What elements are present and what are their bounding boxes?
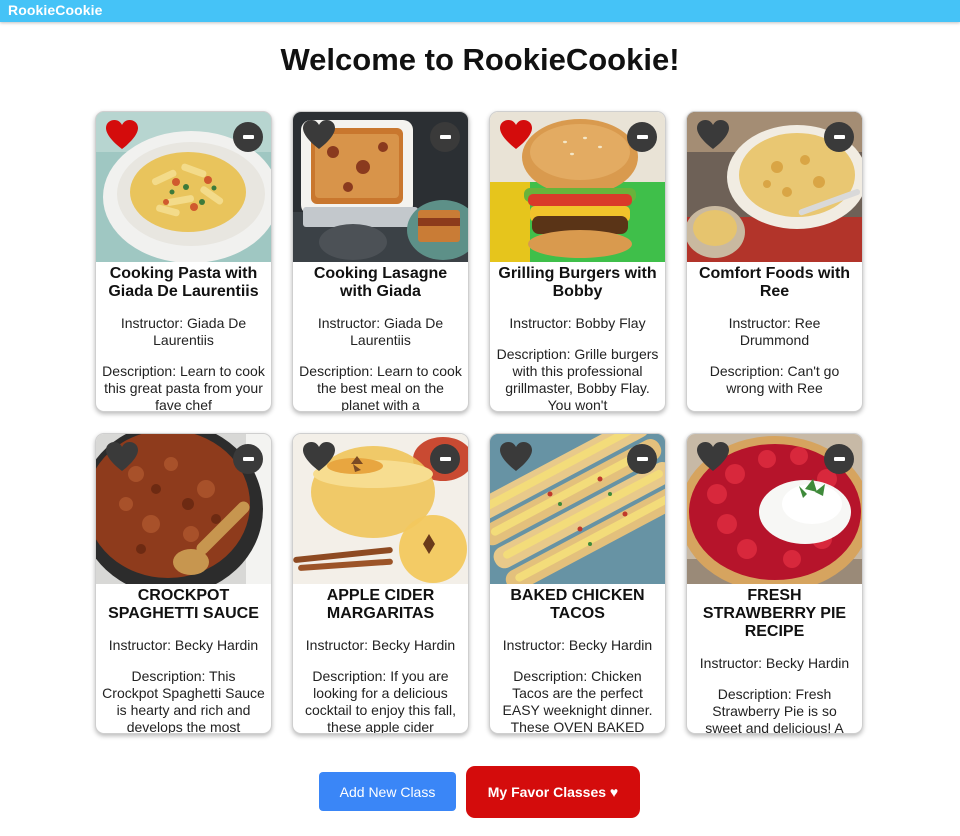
class-instructor: Instructor: Becky Hardin: [305, 637, 456, 653]
window-titlebar: RookieCookie: [0, 0, 960, 22]
favorite-heart-icon[interactable]: [302, 441, 336, 473]
add-new-class-button[interactable]: Add New Class: [319, 772, 456, 811]
class-image-strawberry-pie: [687, 434, 862, 584]
class-image-pasta-bowl: [96, 112, 271, 262]
class-card: CROCKPOT SPAGHETTI SAUCE Instructor: Bec…: [95, 433, 272, 734]
class-description: Description: Chicken Tacos are the perfe…: [502, 668, 653, 734]
class-instructor: Instructor: Becky Hardin: [108, 637, 259, 653]
favorite-heart-icon[interactable]: [302, 119, 336, 151]
minus-icon: [636, 457, 648, 461]
class-description: Description: This Crockpot Spaghetti Sau…: [102, 668, 265, 734]
class-image-margaritas: [293, 434, 468, 584]
class-card: BAKED CHICKEN TACOS Instructor: Becky Ha…: [489, 433, 666, 734]
class-card: Grilling Burgers with Bobby Instructor: …: [489, 111, 666, 412]
class-instructor: Instructor: Giada De Laurentiis: [317, 315, 444, 348]
class-image-casserole: [687, 112, 862, 262]
remove-class-button[interactable]: [627, 122, 657, 152]
favorite-heart-icon[interactable]: [696, 119, 730, 151]
minus-icon: [833, 135, 845, 139]
class-grid: Cooking Pasta with Giada De Laurentiis I…: [95, 111, 863, 734]
class-title: APPLE CIDER MARGARITAS: [326, 587, 435, 622]
favorite-heart-icon[interactable]: [499, 441, 533, 473]
class-instructor: Instructor: Bobby Flay: [509, 315, 646, 331]
class-instructor: Instructor: Ree Drummond: [728, 315, 821, 348]
class-card: Cooking Pasta with Giada De Laurentiis I…: [95, 111, 272, 412]
page-title: Welcome to RookieCookie!: [280, 42, 680, 77]
class-title: FRESH STRAWBERRY PIE RECIPE: [702, 587, 847, 640]
class-image-lasagne-dish: [293, 112, 468, 262]
remove-class-button[interactable]: [233, 444, 263, 474]
my-favorite-classes-button[interactable]: My Favor Classes ♥: [466, 766, 640, 818]
remove-class-button[interactable]: [430, 444, 460, 474]
minus-icon: [439, 457, 451, 461]
class-instructor: Instructor: Giada De Laurentiis: [120, 315, 247, 348]
class-title: Grilling Burgers with Bobby: [498, 265, 657, 300]
class-description: Description: Learn to cook the best meal…: [299, 363, 462, 412]
minus-icon: [242, 135, 254, 139]
class-description: Description: If you are looking for a de…: [305, 668, 456, 734]
class-instructor: Instructor: Becky Hardin: [502, 637, 653, 653]
class-title: CROCKPOT SPAGHETTI SAUCE: [108, 587, 259, 622]
class-card: Comfort Foods with Ree Instructor: Ree D…: [686, 111, 863, 412]
favorite-heart-icon[interactable]: [105, 441, 139, 473]
action-bar: Add New Class My Favor Classes ♥: [0, 766, 960, 818]
class-description: Description: Can't go wrong with Ree: [709, 363, 840, 396]
minus-icon: [833, 457, 845, 461]
class-title: BAKED CHICKEN TACOS: [510, 587, 645, 622]
minus-icon: [242, 457, 254, 461]
class-title: Cooking Pasta with Giada De Laurentiis: [108, 265, 259, 300]
remove-class-button[interactable]: [824, 444, 854, 474]
minus-icon: [439, 135, 451, 139]
window-title: RookieCookie: [8, 2, 103, 18]
class-title: Cooking Lasagne with Giada: [313, 265, 448, 300]
class-title: Comfort Foods with Ree: [698, 265, 851, 300]
favorite-heart-icon[interactable]: [499, 119, 533, 151]
minus-icon: [636, 135, 648, 139]
class-card: APPLE CIDER MARGARITAS Instructor: Becky…: [292, 433, 469, 734]
favorite-heart-icon[interactable]: [696, 441, 730, 473]
class-description: Description: Grille burgers with this pr…: [496, 346, 659, 412]
remove-class-button[interactable]: [627, 444, 657, 474]
class-description: Description: Fresh Strawberry Pie is so …: [705, 686, 844, 734]
class-card: Cooking Lasagne with Giada Instructor: G…: [292, 111, 469, 412]
class-description: Description: Learn to cook this great pa…: [102, 363, 265, 412]
remove-class-button[interactable]: [430, 122, 460, 152]
class-image-spaghetti-sauce: [96, 434, 271, 584]
class-image-burger: [490, 112, 665, 262]
favorite-heart-icon[interactable]: [105, 119, 139, 151]
class-image-tacos: [490, 434, 665, 584]
remove-class-button[interactable]: [233, 122, 263, 152]
remove-class-button[interactable]: [824, 122, 854, 152]
class-card: FRESH STRAWBERRY PIE RECIPE Instructor: …: [686, 433, 863, 734]
class-instructor: Instructor: Becky Hardin: [699, 655, 850, 671]
